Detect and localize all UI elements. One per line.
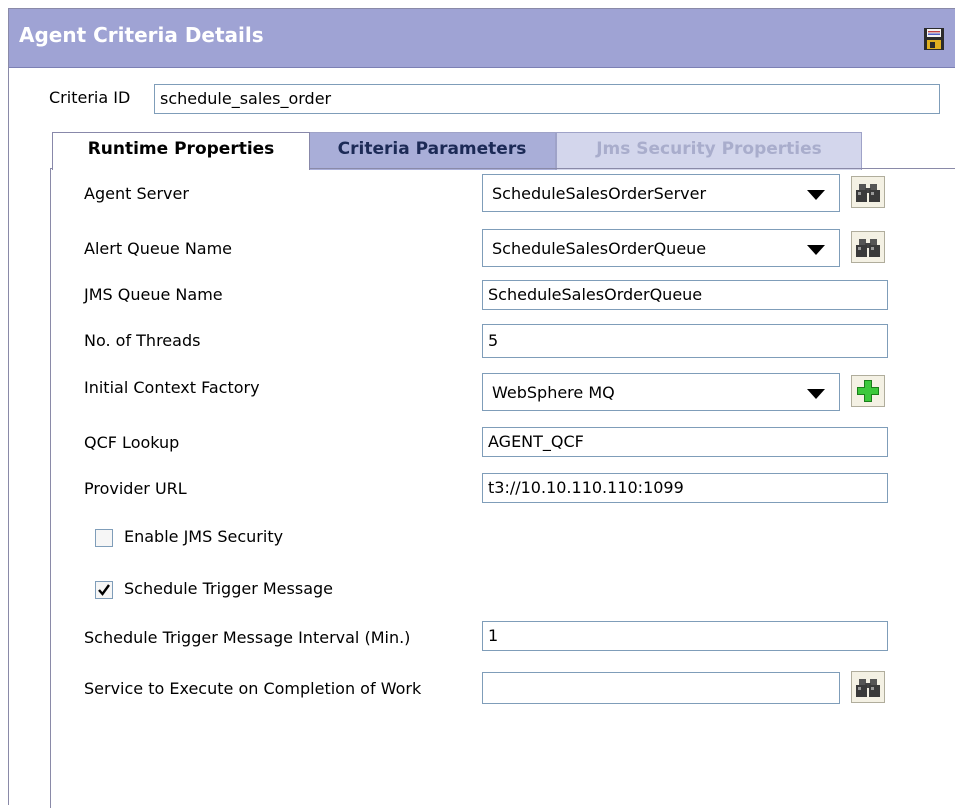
qcf-lookup-label: QCF Lookup <box>84 433 180 452</box>
chevron-down-icon[interactable] <box>807 245 825 255</box>
enable-jms-security-checkbox[interactable] <box>95 529 113 547</box>
jms-queue-field[interactable]: ScheduleSalesOrderQueue <box>482 280 888 310</box>
chevron-down-icon[interactable] <box>807 389 825 399</box>
tab-jms-security-properties: Jms Security Properties <box>556 132 862 170</box>
agent-server-select[interactable]: ScheduleSalesOrderServer <box>482 174 840 212</box>
tab-criteria-parameters[interactable]: Criteria Parameters <box>308 132 556 170</box>
chevron-down-icon[interactable] <box>807 190 825 200</box>
binoculars-icon[interactable] <box>851 176 885 208</box>
alert-queue-label: Alert Queue Name <box>84 239 233 258</box>
agent-server-label: Agent Server <box>84 184 189 203</box>
panel-title: Agent Criteria Details <box>19 23 264 47</box>
enable-jms-security-label: Enable JMS Security <box>124 527 284 546</box>
criteria-id-label: Criteria ID <box>49 88 131 107</box>
context-factory-label: Initial Context Factory <box>84 378 260 397</box>
threads-field[interactable]: 5 <box>482 324 888 358</box>
provider-url-label: Provider URL <box>84 479 187 498</box>
agent-server-value: ScheduleSalesOrderServer <box>492 184 707 203</box>
qcf-lookup-field[interactable]: AGENT_QCF <box>482 427 888 457</box>
jms-queue-label: JMS Queue Name <box>84 285 223 304</box>
checkmark-icon <box>98 584 110 596</box>
service-completion-field[interactable] <box>482 672 840 704</box>
service-completion-label: Service to Execute on Completion of Work <box>84 679 422 698</box>
schedule-trigger-label: Schedule Trigger Message <box>124 579 333 598</box>
context-factory-value: WebSphere MQ <box>492 383 615 402</box>
trigger-interval-label: Schedule Trigger Message Interval (Min.) <box>84 628 411 647</box>
binoculars-icon[interactable] <box>851 231 885 263</box>
trigger-interval-field[interactable]: 1 <box>482 621 888 651</box>
threads-label: No. of Threads <box>84 331 201 350</box>
provider-url-field[interactable]: t3://10.10.110.110:1099 <box>482 473 888 503</box>
schedule-trigger-checkbox[interactable] <box>95 581 113 599</box>
alert-queue-select[interactable]: ScheduleSalesOrderQueue <box>482 229 840 267</box>
binoculars-icon[interactable] <box>851 671 885 703</box>
alert-queue-value: ScheduleSalesOrderQueue <box>492 239 707 258</box>
context-factory-select[interactable]: WebSphere MQ <box>482 373 840 411</box>
tab-runtime-properties[interactable]: Runtime Properties <box>52 132 310 170</box>
save-icon[interactable] <box>923 27 945 51</box>
add-plus-icon[interactable] <box>851 375 885 407</box>
criteria-id-field[interactable]: schedule_sales_order <box>154 84 940 114</box>
title-bar: Agent Criteria Details <box>9 9 955 68</box>
